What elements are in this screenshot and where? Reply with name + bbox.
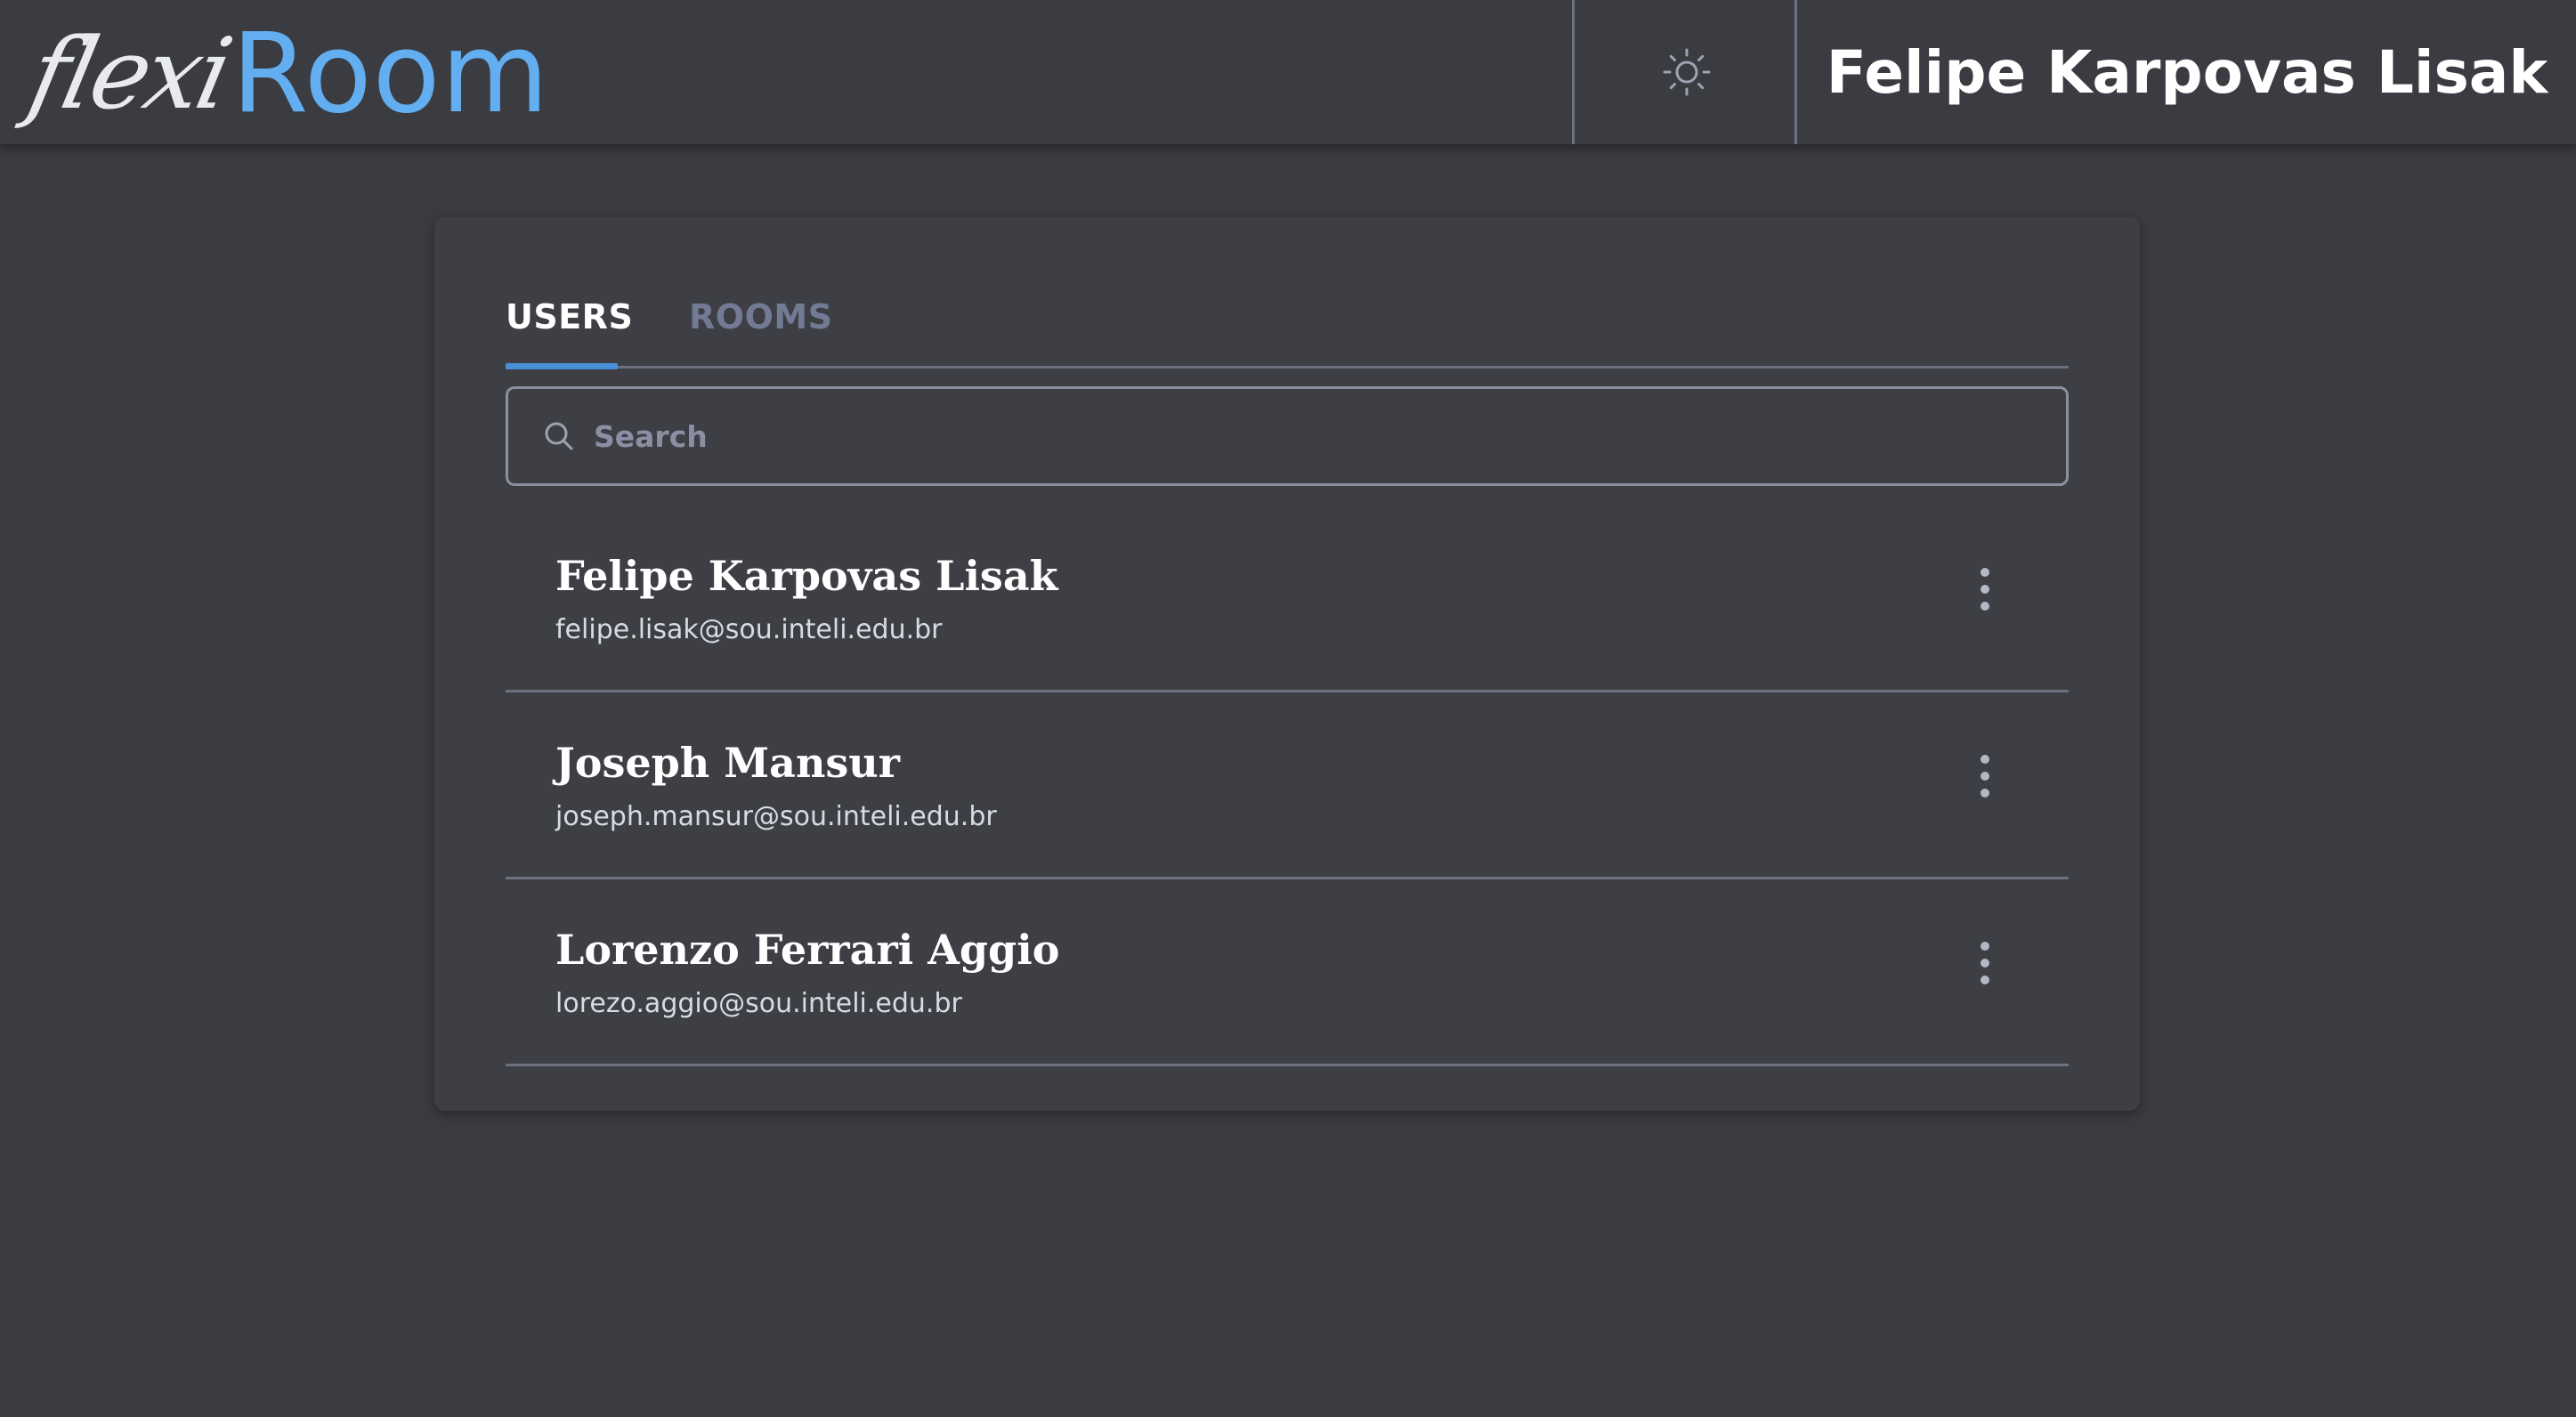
search-input[interactable] <box>594 418 2018 454</box>
theme-toggle-button[interactable] <box>1576 0 1798 144</box>
users-card: USERS ROOMS Felipe Karpovas Lisak felipe… <box>434 217 2140 1111</box>
header-divider-left <box>1572 0 1575 144</box>
user-email: joseph.mansur@sou.inteli.edu.br <box>555 801 997 832</box>
user-name: Felipe Karpovas Lisak <box>555 552 1058 600</box>
user-list: Felipe Karpovas Lisak felipe.lisak@sou.i… <box>506 506 2069 1066</box>
user-email: lorezo.aggio@sou.inteli.edu.br <box>555 988 962 1019</box>
more-options-icon[interactable] <box>1960 927 2010 999</box>
top-bar: flexi Room Felipe Karpovas Lisak <box>0 0 2576 144</box>
user-email: felipe.lisak@sou.inteli.edu.br <box>555 614 943 645</box>
current-user-name[interactable]: Felipe Karpovas Lisak <box>1798 0 2576 144</box>
header-divider-right <box>1794 0 1797 144</box>
tab-users[interactable]: USERS <box>506 297 633 336</box>
user-name: Joseph Mansur <box>555 739 900 787</box>
flexiroom-logo[interactable]: flexi Room <box>20 7 550 141</box>
tab-bar: USERS ROOMS <box>506 279 2069 369</box>
sun-icon <box>1663 48 1711 96</box>
tab-rooms[interactable]: ROOMS <box>689 297 833 336</box>
logo-room-text: Room <box>231 10 550 138</box>
search-icon <box>542 418 578 454</box>
list-item[interactable]: Joseph Mansur joseph.mansur@sou.inteli.e… <box>506 692 2069 879</box>
more-options-icon[interactable] <box>1960 554 2010 625</box>
list-item[interactable]: Lorenzo Ferrari Aggio lorezo.aggio@sou.i… <box>506 879 2069 1066</box>
active-tab-indicator <box>506 363 618 369</box>
search-box[interactable] <box>506 386 2069 486</box>
user-name: Lorenzo Ferrari Aggio <box>555 926 1060 974</box>
list-item[interactable]: Felipe Karpovas Lisak felipe.lisak@sou.i… <box>506 506 2069 692</box>
logo-script-text: flexi <box>20 17 239 131</box>
more-options-icon[interactable] <box>1960 741 2010 812</box>
